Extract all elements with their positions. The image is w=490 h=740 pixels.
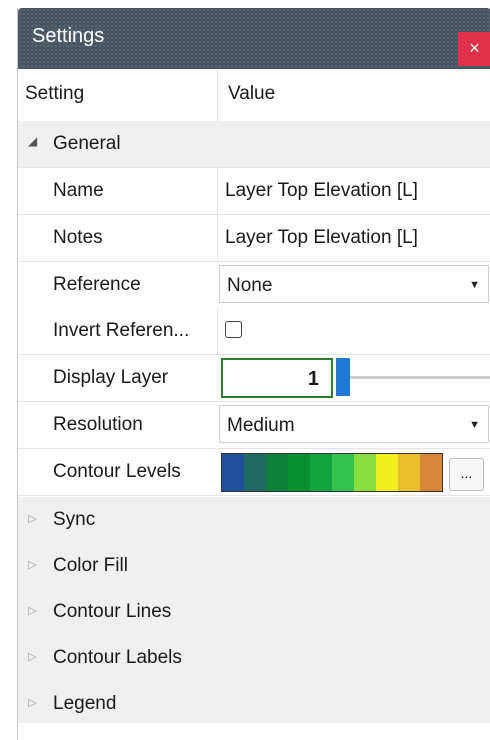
chevron-down-icon: ▼ — [469, 419, 480, 431]
color-swatch — [310, 454, 332, 491]
expand-triangle-icon[interactable]: ◢ — [28, 134, 37, 148]
property-display-layer-label: Display Layer — [53, 367, 169, 388]
category-contour-labels[interactable]: ▷ Contour Labels — [18, 635, 490, 682]
display-layer-input[interactable]: 1 — [221, 358, 333, 398]
property-row-invert-reference: Invert Referen... — [18, 308, 490, 355]
category-color-fill-label: Color Fill — [53, 555, 128, 576]
property-row-notes: Notes Layer Top Elevation [L] — [18, 215, 490, 262]
display-layer-value: 1 — [307, 368, 319, 390]
property-contour-levels-label: Contour Levels — [53, 461, 181, 482]
color-swatch — [244, 454, 266, 491]
display-layer-slider-thumb[interactable] — [336, 358, 350, 396]
contour-levels-color-ramp[interactable] — [221, 453, 443, 492]
collapse-triangle-icon[interactable]: ▷ — [28, 558, 36, 571]
category-contour-lines[interactable]: ▷ Contour Lines — [18, 589, 490, 636]
window-title: Settings — [32, 25, 105, 47]
resolution-value: Medium — [227, 415, 295, 436]
notes-value[interactable]: Layer Top Elevation [L] — [225, 227, 418, 249]
resolution-dropdown[interactable]: Medium ▼ — [219, 405, 489, 443]
category-sync-label: Sync — [53, 509, 96, 530]
close-icon: × — [469, 38, 480, 58]
category-general[interactable]: ◢ General — [18, 121, 490, 168]
grid-empty-area — [18, 723, 490, 740]
collapse-triangle-icon[interactable]: ▷ — [28, 604, 36, 617]
grid-header: Setting Value — [18, 69, 490, 122]
column-divider — [217, 308, 218, 354]
color-swatch — [354, 454, 376, 491]
color-swatch — [376, 454, 398, 491]
property-invert-label: Invert Referen... — [53, 320, 190, 341]
ellipsis-label: ... — [460, 465, 473, 481]
property-row-reference: Reference None ▼ — [18, 262, 490, 309]
property-notes-label: Notes — [53, 227, 103, 248]
reference-value: None — [227, 275, 273, 296]
category-contour-labels-label: Contour Labels — [53, 647, 182, 668]
close-button[interactable]: × — [458, 32, 490, 66]
property-name-label: Name — [53, 180, 104, 201]
color-swatch — [332, 454, 354, 491]
reference-dropdown[interactable]: None ▼ — [219, 265, 489, 303]
column-divider — [217, 168, 218, 214]
contour-levels-edit-button[interactable]: ... — [449, 458, 484, 491]
header-divider[interactable] — [217, 69, 218, 121]
display-layer-slider-track[interactable] — [350, 376, 490, 379]
category-contour-lines-label: Contour Lines — [53, 601, 172, 622]
collapse-triangle-icon[interactable]: ▷ — [28, 696, 36, 709]
color-swatch — [222, 454, 244, 491]
color-swatch — [288, 454, 310, 491]
property-row-resolution: Resolution Medium ▼ — [18, 402, 490, 449]
collapse-triangle-icon[interactable]: ▷ — [28, 512, 36, 525]
category-general-label: General — [53, 133, 121, 154]
property-row-name: Name Layer Top Elevation [L] — [18, 168, 490, 215]
name-value[interactable]: Layer Top Elevation [L] — [225, 180, 418, 202]
title-bar: Settings × — [18, 8, 490, 69]
property-reference-label: Reference — [53, 274, 141, 295]
chevron-down-icon: ▼ — [469, 279, 480, 291]
setting-column-header: Setting — [25, 83, 85, 104]
property-row-contour-levels: Contour Levels ... — [18, 449, 490, 496]
category-legend-label: Legend — [53, 693, 117, 714]
value-column-header: Value — [228, 83, 276, 104]
category-legend[interactable]: ▷ Legend — [18, 681, 490, 728]
property-resolution-label: Resolution — [53, 414, 143, 435]
property-row-display-layer: Display Layer 1 — [18, 355, 490, 402]
settings-panel: Settings × Setting Value ◢ General Name … — [17, 8, 490, 740]
color-swatch — [420, 454, 442, 491]
collapse-triangle-icon[interactable]: ▷ — [28, 650, 36, 663]
color-swatch — [398, 454, 420, 491]
column-divider — [217, 215, 218, 261]
category-sync[interactable]: ▷ Sync — [18, 497, 490, 544]
invert-reference-checkbox[interactable] — [225, 321, 242, 338]
color-swatch — [266, 454, 288, 491]
category-color-fill[interactable]: ▷ Color Fill — [18, 543, 490, 590]
